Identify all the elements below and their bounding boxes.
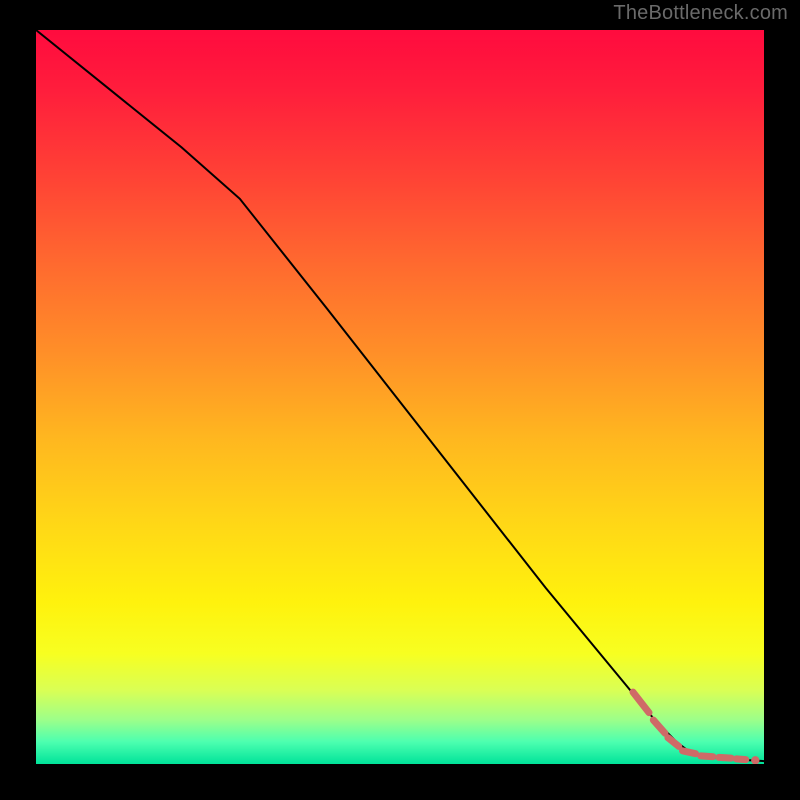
- marker-dot: [751, 756, 759, 764]
- marker-dash: [719, 757, 731, 758]
- marker-dash: [701, 756, 713, 757]
- marker-dashes: [633, 692, 746, 760]
- attribution-label: TheBottleneck.com: [613, 2, 788, 25]
- bottleneck-curve: [36, 30, 764, 761]
- chart-overlay: [36, 30, 764, 764]
- marker-dots: [751, 756, 759, 764]
- chart-frame: TheBottleneck.com: [0, 0, 800, 800]
- marker-dash: [653, 720, 665, 733]
- marker-dash: [736, 759, 746, 760]
- plot-area: [36, 30, 764, 764]
- marker-dash: [668, 738, 679, 747]
- marker-dash: [683, 751, 696, 754]
- marker-dash: [633, 692, 649, 713]
